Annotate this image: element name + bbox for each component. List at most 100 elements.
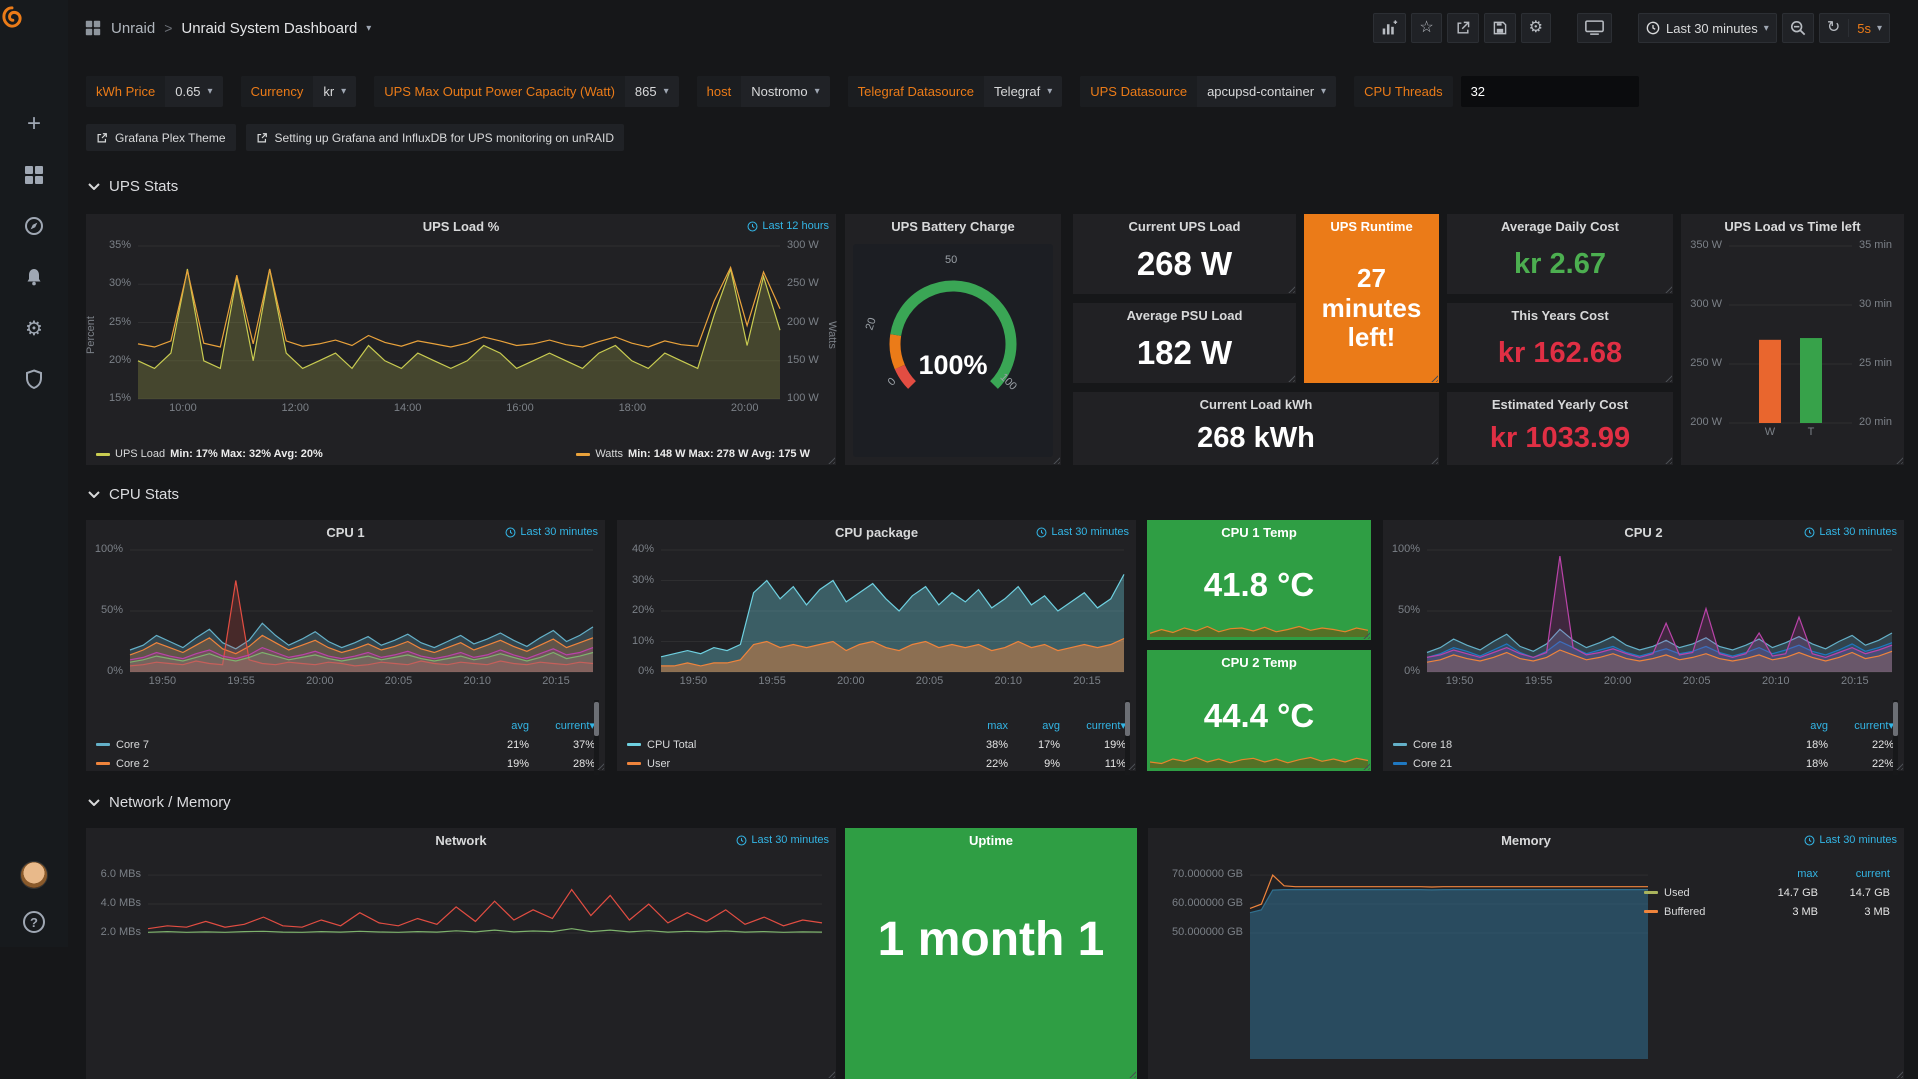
legend-value: 18% bbox=[1766, 739, 1828, 751]
legend-series-name[interactable]: Core 18 bbox=[1393, 739, 1766, 751]
panel-title[interactable]: Current UPS Load bbox=[1073, 214, 1296, 240]
legend-header[interactable]: current bbox=[1818, 868, 1890, 880]
chart-canvas bbox=[92, 852, 830, 1075]
panel-title[interactable]: Memory bbox=[1148, 828, 1904, 854]
section-cpu-stats[interactable]: CPU Stats bbox=[88, 486, 179, 503]
axis-tick: 12:00 bbox=[271, 402, 319, 414]
chart-canvas bbox=[623, 544, 1130, 688]
zoom-out-button[interactable] bbox=[1782, 13, 1814, 43]
legend-series-name[interactable]: User bbox=[627, 758, 952, 770]
panel-average-psu-load: Average PSU Load 182 W bbox=[1073, 303, 1296, 383]
variable-currency[interactable]: Currency kr ▾ bbox=[241, 76, 357, 107]
explore-icon[interactable] bbox=[22, 214, 46, 238]
dashboards-icon[interactable] bbox=[22, 163, 46, 187]
legend-series-name[interactable]: Used bbox=[1644, 887, 1746, 899]
panel-title[interactable]: This Years Cost bbox=[1447, 303, 1673, 329]
section-network-memory[interactable]: Network / Memory bbox=[88, 794, 231, 811]
dashboard-title[interactable]: Unraid System Dashboard bbox=[181, 20, 357, 37]
user-avatar[interactable] bbox=[20, 861, 48, 889]
link-ups-monitoring-guide[interactable]: Setting up Grafana and InfluxDB for UPS … bbox=[246, 124, 625, 151]
legend-series-name[interactable]: Buffered bbox=[1644, 906, 1746, 918]
chevron-down-icon bbox=[88, 183, 100, 190]
legend-series-name[interactable]: CPU Total bbox=[627, 739, 952, 751]
dropdown-caret-icon: ▾ bbox=[341, 86, 346, 97]
legend-scrollbar[interactable] bbox=[594, 700, 599, 775]
panel-time-range: Last 30 minutes bbox=[736, 834, 829, 846]
legend-header[interactable]: current▾ bbox=[1060, 719, 1126, 732]
cpu-threads-input[interactable] bbox=[1461, 76, 1639, 107]
panel-title[interactable]: Estimated Yearly Cost bbox=[1447, 392, 1673, 418]
time-picker-caret-icon: ▾ bbox=[1764, 23, 1769, 34]
legend-series-name[interactable]: Core 21 bbox=[1393, 758, 1766, 770]
axis-tick: 200 W bbox=[787, 316, 830, 328]
panel-title[interactable]: UPS Battery Charge bbox=[845, 214, 1061, 240]
time-picker-button[interactable]: Last 30 minutes ▾ bbox=[1638, 13, 1777, 43]
refresh-icon: ↻ bbox=[1827, 20, 1840, 36]
legend-swatch bbox=[1393, 762, 1407, 765]
variable-ups-datasource[interactable]: UPS Datasource apcupsd-container▾ bbox=[1080, 76, 1336, 107]
variable-ups-max-power[interactable]: UPS Max Output Power Capacity (Watt) 865… bbox=[374, 76, 678, 107]
legend-item[interactable]: UPS Load Min: 17% Max: 32% Avg: 20% bbox=[96, 448, 323, 460]
legend-scrollbar[interactable] bbox=[1125, 700, 1130, 775]
axis-tick: 100 W bbox=[787, 392, 830, 404]
legend-value: 37% bbox=[529, 739, 595, 751]
variable-label: Currency bbox=[241, 76, 314, 107]
create-icon[interactable]: + bbox=[22, 112, 46, 136]
legend-swatch bbox=[627, 762, 641, 765]
legend-series-name[interactable]: Core 2 bbox=[96, 758, 467, 770]
panel-title[interactable]: Current Load kWh bbox=[1073, 392, 1439, 418]
legend-swatch bbox=[96, 453, 110, 456]
help-icon[interactable]: ? bbox=[23, 911, 45, 933]
dashboard-grid-icon[interactable] bbox=[84, 19, 102, 37]
panel-time-range: Last 30 minutes bbox=[1036, 526, 1129, 538]
variable-value: kr bbox=[323, 84, 334, 99]
link-grafana-plex-theme[interactable]: Grafana Plex Theme bbox=[86, 124, 236, 151]
legend-header[interactable]: avg bbox=[1008, 720, 1060, 732]
battery-gauge: 0 20 50 100 100% bbox=[853, 244, 1053, 457]
legend-item[interactable]: Watts Min: 148 W Max: 278 W Avg: 175 W bbox=[576, 448, 810, 460]
panel-title[interactable]: CPU 2 Temp bbox=[1147, 650, 1371, 676]
axis-tick: 19:55 bbox=[1515, 675, 1563, 687]
dashboard-settings-button[interactable]: ⚙ bbox=[1521, 13, 1551, 43]
breadcrumb-folder[interactable]: Unraid bbox=[111, 20, 155, 37]
section-ups-stats[interactable]: UPS Stats bbox=[88, 178, 178, 195]
legend-value: 3 MB bbox=[1818, 906, 1890, 918]
panel-title[interactable]: CPU 1 Temp bbox=[1147, 520, 1371, 546]
grafana-logo-icon[interactable] bbox=[0, 0, 24, 24]
chart-legend: UPS Load Min: 17% Max: 32% Avg: 20% Watt… bbox=[96, 448, 810, 460]
panel-title[interactable]: UPS Runtime bbox=[1304, 214, 1439, 240]
dashboard-picker-caret-icon[interactable]: ▾ bbox=[366, 23, 371, 34]
panel-title[interactable]: UPS Load % bbox=[86, 214, 836, 240]
cpu2-temp-sparkline bbox=[1150, 753, 1368, 768]
legend-header[interactable]: avg bbox=[467, 720, 529, 732]
variable-kwh-price[interactable]: kWh Price 0.65▾ bbox=[86, 76, 223, 107]
save-button[interactable] bbox=[1484, 13, 1516, 43]
variable-host[interactable]: host Nostromo▾ bbox=[697, 76, 830, 107]
legend-scrollbar[interactable] bbox=[1893, 700, 1898, 775]
configuration-gear-icon[interactable]: ⚙ bbox=[22, 316, 46, 340]
legend-header[interactable]: current▾ bbox=[529, 719, 595, 732]
share-button[interactable] bbox=[1447, 13, 1479, 43]
refresh-button[interactable]: ↻ 5s ▾ bbox=[1819, 13, 1890, 43]
legend-header[interactable]: max bbox=[952, 720, 1008, 732]
legend-header[interactable]: current▾ bbox=[1828, 719, 1894, 732]
add-panel-button[interactable] bbox=[1373, 13, 1406, 43]
cycle-view-tv-button[interactable] bbox=[1577, 13, 1612, 43]
panel-title[interactable]: Uptime bbox=[845, 828, 1137, 854]
axis-tick: 35% bbox=[92, 239, 131, 251]
server-admin-shield-icon[interactable] bbox=[22, 367, 46, 391]
panel-title[interactable]: Network bbox=[86, 828, 836, 854]
variable-telegraf-datasource[interactable]: Telegraf Datasource Telegraf▾ bbox=[848, 76, 1063, 107]
section-title: Network / Memory bbox=[109, 794, 231, 811]
panel-title[interactable]: Average PSU Load bbox=[1073, 303, 1296, 329]
panel-ups-load: UPS Load % Last 12 hours Percent Watts 3… bbox=[86, 214, 836, 465]
panel-title[interactable]: Average Daily Cost bbox=[1447, 214, 1673, 240]
refresh-caret-icon: ▾ bbox=[1877, 23, 1882, 34]
legend-header[interactable]: max bbox=[1746, 868, 1818, 880]
star-button[interactable]: ☆ bbox=[1411, 13, 1441, 43]
alerting-bell-icon[interactable] bbox=[22, 265, 46, 289]
panel-title[interactable]: UPS Load vs Time left bbox=[1681, 214, 1904, 240]
clock-icon bbox=[747, 221, 758, 232]
legend-header[interactable]: avg bbox=[1766, 720, 1828, 732]
legend-series-name[interactable]: Core 7 bbox=[96, 739, 467, 751]
